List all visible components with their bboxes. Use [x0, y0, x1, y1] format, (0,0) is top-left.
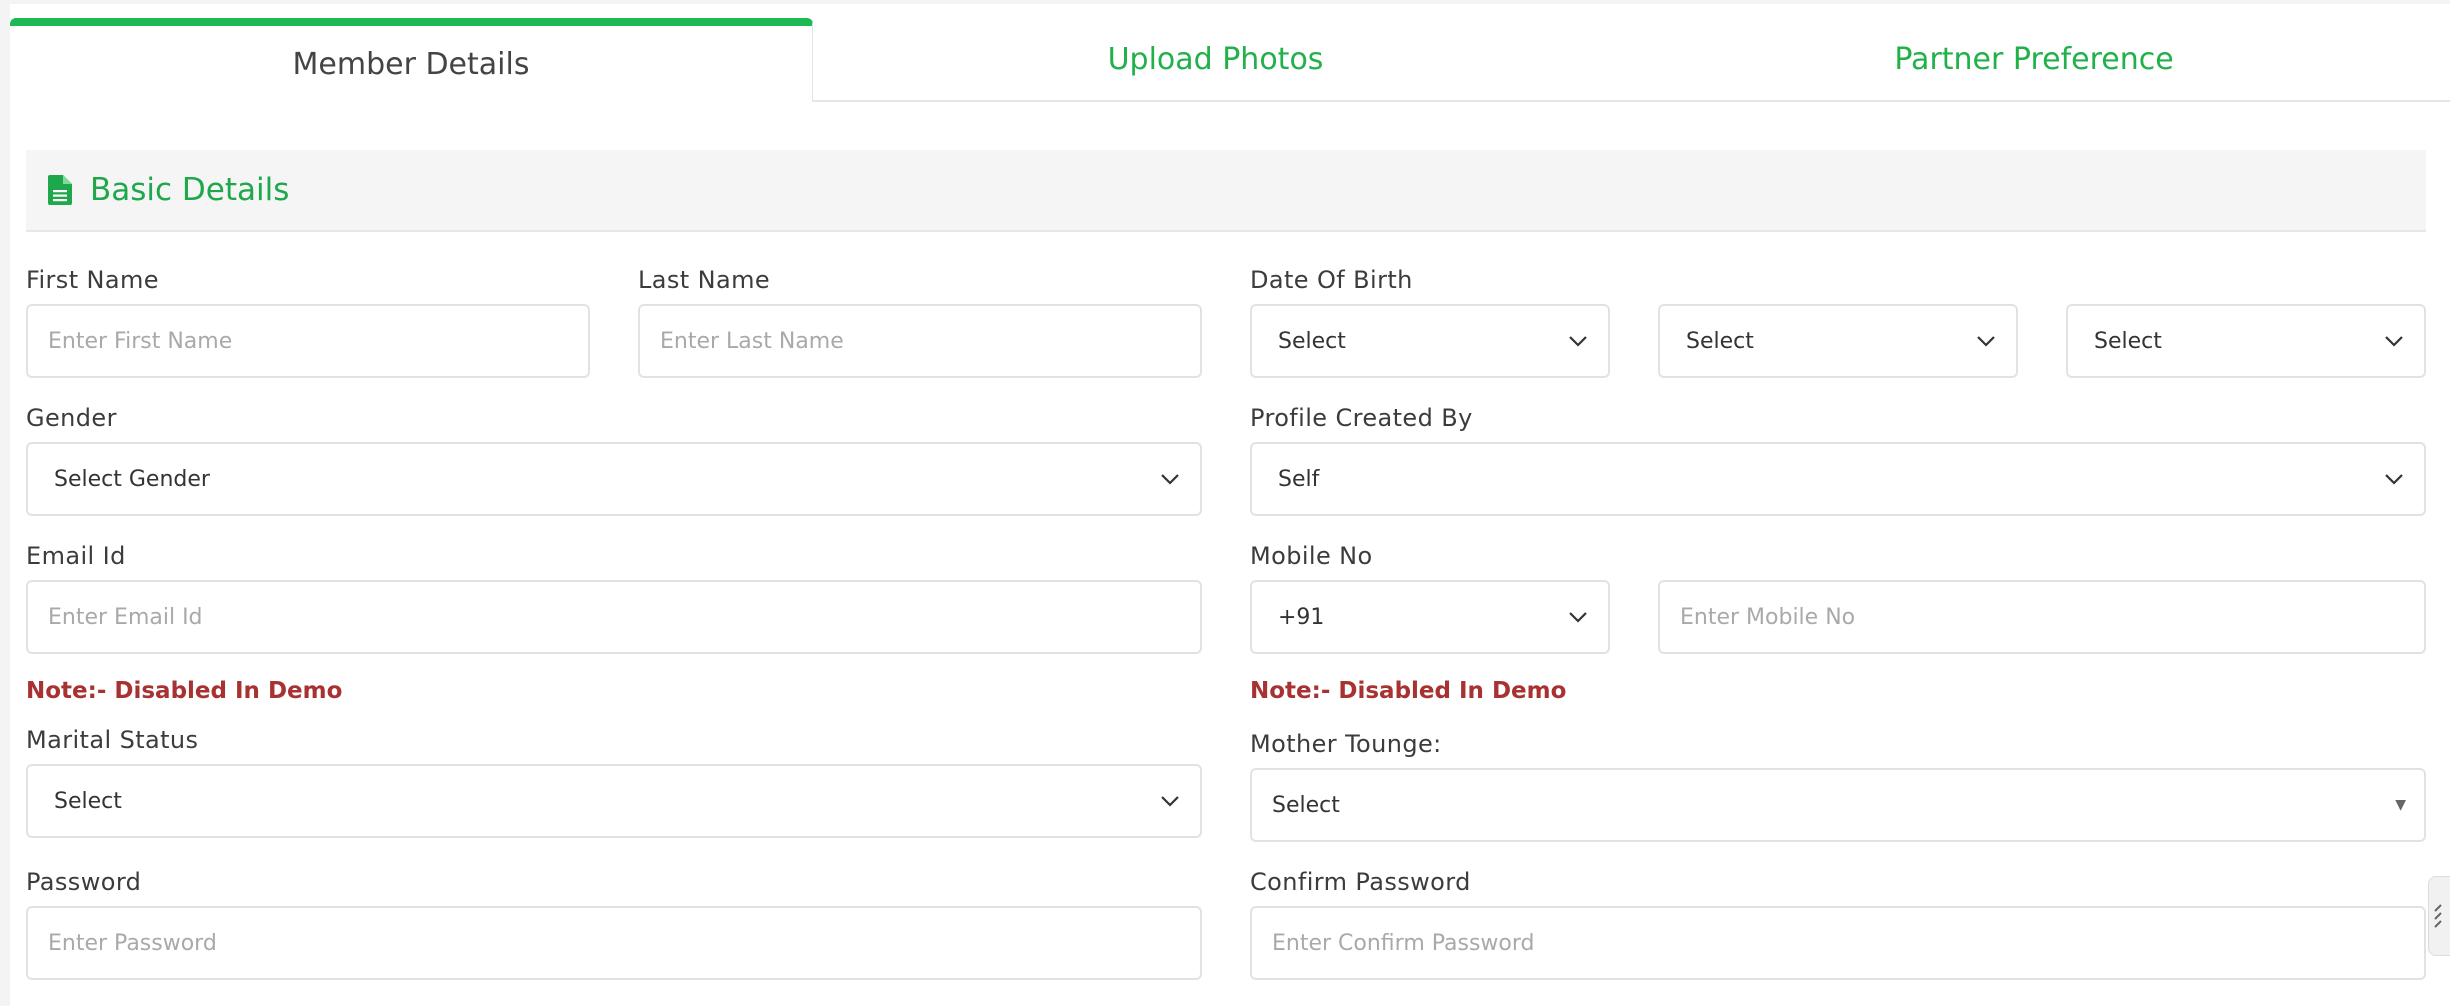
- registration-page: Member Details Upload Photos Partner Pre…: [0, 0, 2450, 1006]
- dob-year-value: Select: [2094, 328, 2162, 354]
- dob-month-value: Select: [1686, 328, 1754, 354]
- section-title: Basic Details: [90, 172, 290, 208]
- side-panel-handle[interactable]: [2428, 876, 2450, 956]
- last-name-field[interactable]: [638, 304, 1202, 378]
- confirm-password-input[interactable]: [1252, 908, 2424, 978]
- mobile-demo-note: Note:- Disabled In Demo: [1250, 678, 1567, 704]
- tab-label: Upload Photos: [1107, 41, 1324, 77]
- document-icon: [48, 175, 72, 205]
- tab-label: Member Details: [292, 46, 530, 82]
- email-field[interactable]: [26, 580, 1202, 654]
- gender-value: Select Gender: [54, 466, 210, 492]
- email-label: Email Id: [26, 542, 126, 570]
- profile-created-by-select[interactable]: Self: [1250, 442, 2426, 516]
- marital-status-select[interactable]: Select: [26, 764, 1202, 838]
- email-demo-note: Note:- Disabled In Demo: [26, 678, 343, 704]
- frame-left: [0, 0, 10, 1006]
- country-code-select[interactable]: +91: [1250, 580, 1610, 654]
- tab-bar: Member Details Upload Photos Partner Pre…: [10, 18, 2450, 102]
- confirm-password-field[interactable]: [1250, 906, 2426, 980]
- mobile-field[interactable]: [1658, 580, 2426, 654]
- dob-month-select[interactable]: Select: [1658, 304, 2018, 378]
- marital-status-value: Select: [54, 788, 122, 814]
- chevron-down-icon: [1566, 605, 1590, 629]
- chevron-down-icon: [1158, 789, 1182, 813]
- tab-label: Partner Preference: [1894, 41, 2174, 77]
- first-name-label: First Name: [26, 266, 159, 294]
- chevron-down-icon: [1974, 329, 1998, 353]
- last-name-input[interactable]: [640, 306, 1200, 376]
- dob-year-select[interactable]: Select: [2066, 304, 2426, 378]
- tab-partner-preference[interactable]: Partner Preference: [1618, 18, 2450, 102]
- chevron-down-icon: [2382, 329, 2406, 353]
- password-label: Password: [26, 868, 142, 896]
- chevron-down-icon: [1566, 329, 1590, 353]
- dob-day-select[interactable]: Select: [1250, 304, 1610, 378]
- chevron-down-icon: [1158, 467, 1182, 491]
- first-name-input[interactable]: [28, 306, 588, 376]
- email-input[interactable]: [28, 582, 1200, 652]
- caret-down-icon: ▼: [2395, 797, 2406, 813]
- password-field[interactable]: [26, 906, 1202, 980]
- marital-status-label: Marital Status: [26, 726, 199, 754]
- dob-day-value: Select: [1278, 328, 1346, 354]
- mother-tongue-select[interactable]: Select ▼: [1250, 768, 2426, 842]
- profile-created-by-value: Self: [1278, 466, 1320, 492]
- tab-member-details[interactable]: Member Details: [10, 18, 813, 102]
- gender-select[interactable]: Select Gender: [26, 442, 1202, 516]
- frame-top: [0, 0, 2450, 4]
- handle-icon: [2434, 904, 2442, 928]
- profile-created-by-label: Profile Created By: [1250, 404, 1473, 432]
- mother-tongue-value: Select: [1272, 792, 1340, 818]
- chevron-down-icon: [2382, 467, 2406, 491]
- date-of-birth-label: Date Of Birth: [1250, 266, 1413, 294]
- last-name-label: Last Name: [638, 266, 771, 294]
- password-input[interactable]: [28, 908, 1200, 978]
- country-code-value: +91: [1278, 604, 1325, 630]
- mobile-label: Mobile No: [1250, 542, 1373, 570]
- mother-tongue-label: Mother Tounge:: [1250, 730, 1442, 758]
- section-header: Basic Details: [26, 150, 2426, 232]
- gender-label: Gender: [26, 404, 117, 432]
- confirm-password-label: Confirm Password: [1250, 868, 1471, 896]
- mobile-input[interactable]: [1660, 582, 2424, 652]
- first-name-field[interactable]: [26, 304, 590, 378]
- tab-upload-photos[interactable]: Upload Photos: [813, 18, 1618, 102]
